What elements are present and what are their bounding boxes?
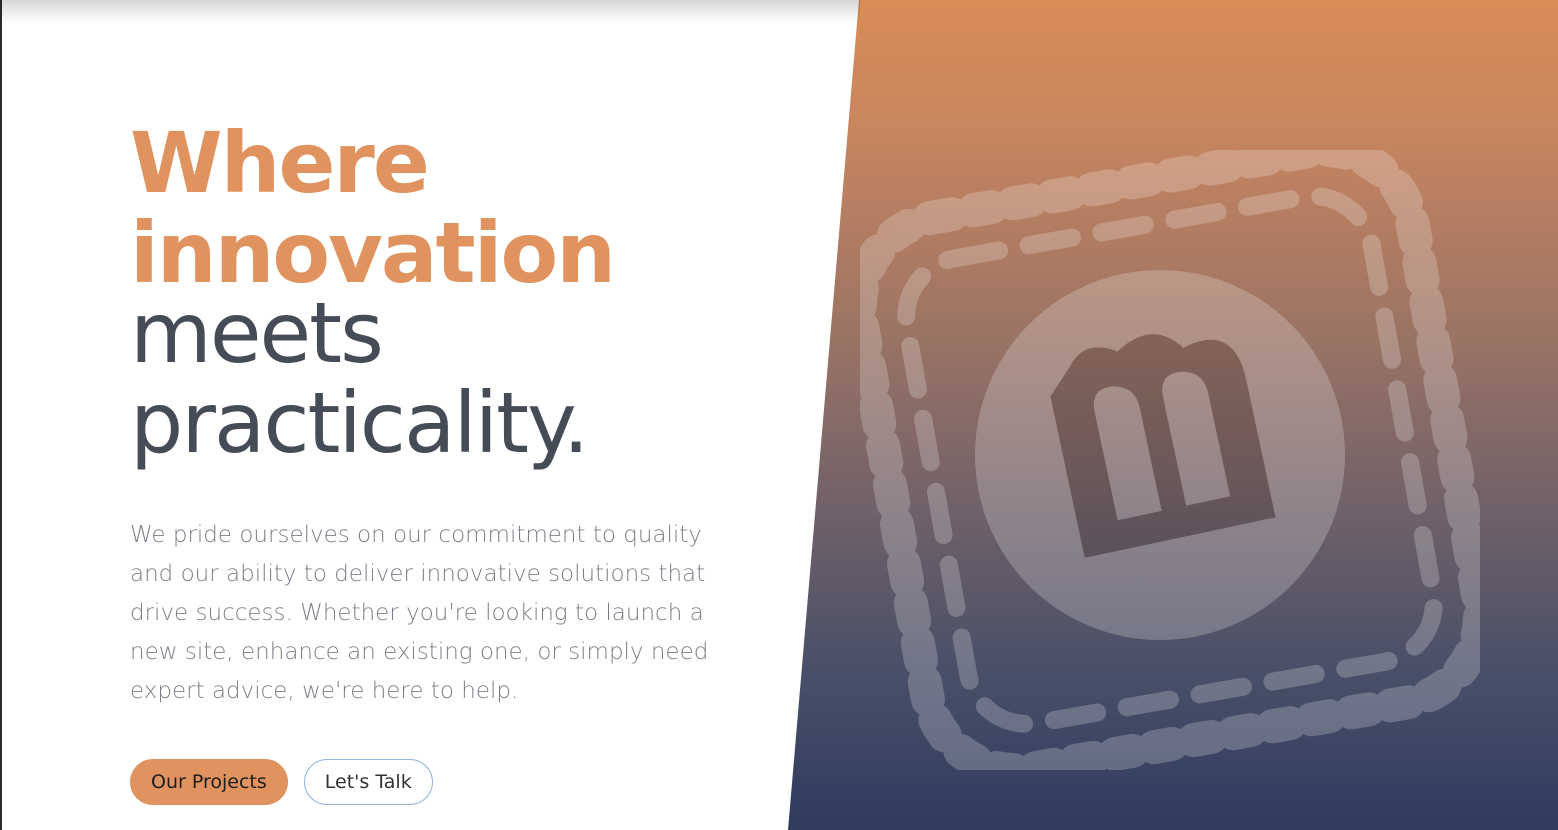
headline-line-practicality: practicality. bbox=[130, 374, 590, 472]
header-shadow bbox=[0, 0, 860, 22]
brand-emblem-icon bbox=[860, 150, 1480, 770]
our-projects-button[interactable]: Our Projects bbox=[130, 759, 288, 805]
hero-headline: Where innovation meets practicality. bbox=[130, 118, 770, 468]
hero-description: We pride ourselves on our commitment to … bbox=[130, 522, 709, 704]
lets-talk-button[interactable]: Let's Talk bbox=[303, 759, 433, 805]
hero-content: Where innovation meets practicality. We … bbox=[130, 118, 770, 805]
headline-line-where: Where bbox=[130, 114, 430, 212]
hero-button-group: Our Projects Let's Talk bbox=[130, 759, 770, 805]
